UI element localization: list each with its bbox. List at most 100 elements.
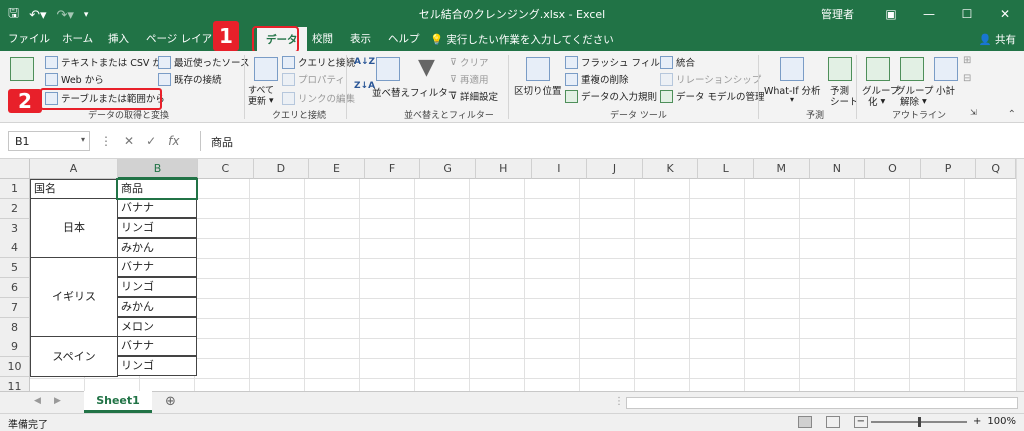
reapply-button[interactable]: ⊽ 再適用 xyxy=(450,72,488,87)
group-button-line2[interactable]: 化 ▾ xyxy=(868,94,885,109)
select-all-corner[interactable] xyxy=(0,159,30,179)
filter-funnel-icon[interactable]: ▼ xyxy=(418,55,435,80)
what-if-icon[interactable] xyxy=(780,57,804,81)
consolidate-button[interactable]: 統合 xyxy=(660,55,695,69)
sort-icon[interactable] xyxy=(376,57,400,81)
tab-view[interactable]: 表示 xyxy=(350,31,371,46)
zoom-level[interactable]: 100% xyxy=(987,416,1016,427)
edit-links-button[interactable]: リンクの編集 xyxy=(282,91,355,105)
hide-detail-icon[interactable]: ⊟ xyxy=(963,73,971,84)
refresh-all-icon[interactable] xyxy=(254,57,278,81)
minimize-button[interactable]: — xyxy=(910,7,948,21)
product-cell[interactable]: みかん xyxy=(117,297,197,317)
ungroup-icon[interactable] xyxy=(900,57,924,81)
product-cell[interactable]: バナナ xyxy=(117,257,197,277)
from-text-csv-button[interactable]: テキストまたは CSV から xyxy=(45,55,171,69)
clear-filter-button[interactable]: ⊽ クリア xyxy=(450,55,488,70)
column-header-m[interactable]: M xyxy=(754,159,810,179)
product-cell[interactable]: リンゴ xyxy=(117,277,197,297)
name-box-dropdown-icon[interactable]: ▾ xyxy=(81,135,85,144)
tab-help[interactable]: ヘルプ xyxy=(388,31,420,46)
tab-review[interactable]: 校閲 xyxy=(312,31,333,46)
column-header-c[interactable]: C xyxy=(198,159,254,179)
from-web-button[interactable]: Web から xyxy=(45,72,104,86)
maximize-button[interactable]: ☐ xyxy=(948,7,986,21)
column-header-o[interactable]: O xyxy=(865,159,921,179)
merged-cell-country[interactable]: イギリス xyxy=(30,257,118,337)
row-header-4[interactable]: 4 xyxy=(0,238,30,259)
row-header-5[interactable]: 5 xyxy=(0,258,30,279)
forecast-sheet-icon[interactable] xyxy=(828,57,852,81)
formula-input[interactable]: 商品 xyxy=(200,131,1016,151)
sort-az-icon[interactable]: A↓Z xyxy=(354,57,375,67)
horizontal-scrollbar[interactable] xyxy=(626,397,1018,409)
column-header-j[interactable]: J xyxy=(587,159,643,179)
row-header-9[interactable]: 9 xyxy=(0,337,30,358)
add-sheet-icon[interactable]: ⊕ xyxy=(165,394,176,409)
text-to-columns-icon[interactable] xyxy=(526,57,550,81)
column-header-a[interactable]: A xyxy=(30,159,118,179)
ungroup-button-line2[interactable]: 解除 ▾ xyxy=(900,94,927,109)
column-header-k[interactable]: K xyxy=(642,159,699,179)
close-button[interactable]: ✕ xyxy=(986,7,1024,21)
column-header-b[interactable]: B xyxy=(118,159,198,179)
get-data-icon[interactable] xyxy=(10,57,34,81)
refresh-all-line2[interactable]: 更新 ▾ xyxy=(248,94,274,108)
column-header-i[interactable]: I xyxy=(531,159,588,179)
show-detail-icon[interactable]: ⊞ xyxy=(963,55,971,66)
collapse-ribbon-icon[interactable]: ⌃ xyxy=(1008,109,1016,120)
zoom-slider[interactable] xyxy=(871,416,968,427)
scroll-split-icon[interactable]: ⋮ xyxy=(614,396,624,407)
recent-sources-button[interactable]: 最近使ったソース xyxy=(158,55,250,69)
flash-fill-button[interactable]: フラッシュ フィル xyxy=(565,55,660,69)
tell-me-search[interactable]: 💡 実行したい作業を入力してください xyxy=(430,32,614,47)
zoom-slider-thumb[interactable] xyxy=(918,416,922,427)
row-header-2[interactable]: 2 xyxy=(0,198,30,219)
column-header-q[interactable]: Q xyxy=(976,159,1016,179)
column-header-f[interactable]: F xyxy=(364,159,421,179)
properties-button[interactable]: プロパティ xyxy=(282,72,345,86)
tab-file[interactable]: ファイル xyxy=(8,31,50,46)
page-layout-view-icon[interactable] xyxy=(826,416,840,428)
tab-insert[interactable]: 挿入 xyxy=(108,31,129,46)
name-box[interactable]: B1 ▾ xyxy=(8,131,90,151)
column-header-p[interactable]: P xyxy=(920,159,977,179)
merged-cell-country[interactable]: 日本 xyxy=(30,198,118,258)
advanced-filter-button[interactable]: ⊽ 詳細設定 xyxy=(450,89,498,104)
queries-connections-button[interactable]: クエリと接続 xyxy=(282,55,355,69)
outline-settings-icon[interactable]: ⇲ xyxy=(970,108,977,117)
more-options-icon[interactable]: ⋮ xyxy=(100,134,112,148)
subtotal-button[interactable]: 小計 xyxy=(936,83,955,97)
what-if-dropdown-icon[interactable]: ▾ xyxy=(790,95,794,104)
normal-view-icon[interactable] xyxy=(798,416,812,428)
product-cell[interactable]: メロン xyxy=(117,317,197,337)
row-header-7[interactable]: 7 xyxy=(0,297,30,318)
existing-connections-button[interactable]: 既存の接続 xyxy=(158,72,222,86)
product-cell[interactable]: バナナ xyxy=(117,336,197,356)
column-header-d[interactable]: D xyxy=(253,159,310,179)
manage-data-model-button[interactable]: データ モデルの管理 xyxy=(660,89,765,103)
column-header-l[interactable]: L xyxy=(698,159,754,179)
group-icon[interactable] xyxy=(866,57,890,81)
product-cell[interactable]: リンゴ xyxy=(117,218,197,238)
data-validation-button[interactable]: データの入力規則▾ xyxy=(565,89,665,103)
product-cell[interactable]: バナナ xyxy=(117,198,197,218)
column-header-h[interactable]: H xyxy=(476,159,532,179)
subtotal-icon[interactable] xyxy=(934,57,958,81)
row-header-3[interactable]: 3 xyxy=(0,218,30,239)
column-header-e[interactable]: E xyxy=(309,159,365,179)
user-name[interactable]: 管理者 xyxy=(821,6,854,22)
zoom-in-icon[interactable]: + xyxy=(973,416,981,427)
forecast-sheet-line2[interactable]: シート xyxy=(830,94,859,108)
product-cell[interactable]: リンゴ xyxy=(117,356,197,376)
relationships-button[interactable]: リレーションシップ xyxy=(660,72,761,86)
prev-sheet-icon[interactable]: ◀ xyxy=(34,396,41,406)
remove-duplicates-button[interactable]: 重複の削除 xyxy=(565,72,629,86)
row-header-10[interactable]: 10 xyxy=(0,357,30,378)
insert-function-icon[interactable]: fx xyxy=(168,134,179,148)
share-button[interactable]: 👤 共有 xyxy=(979,32,1016,47)
merged-cell-country[interactable]: スペイン xyxy=(30,336,118,377)
column-header-n[interactable]: N xyxy=(809,159,866,179)
ribbon-display-options-icon[interactable]: ▣ xyxy=(872,7,910,21)
row-header-6[interactable]: 6 xyxy=(0,278,30,298)
